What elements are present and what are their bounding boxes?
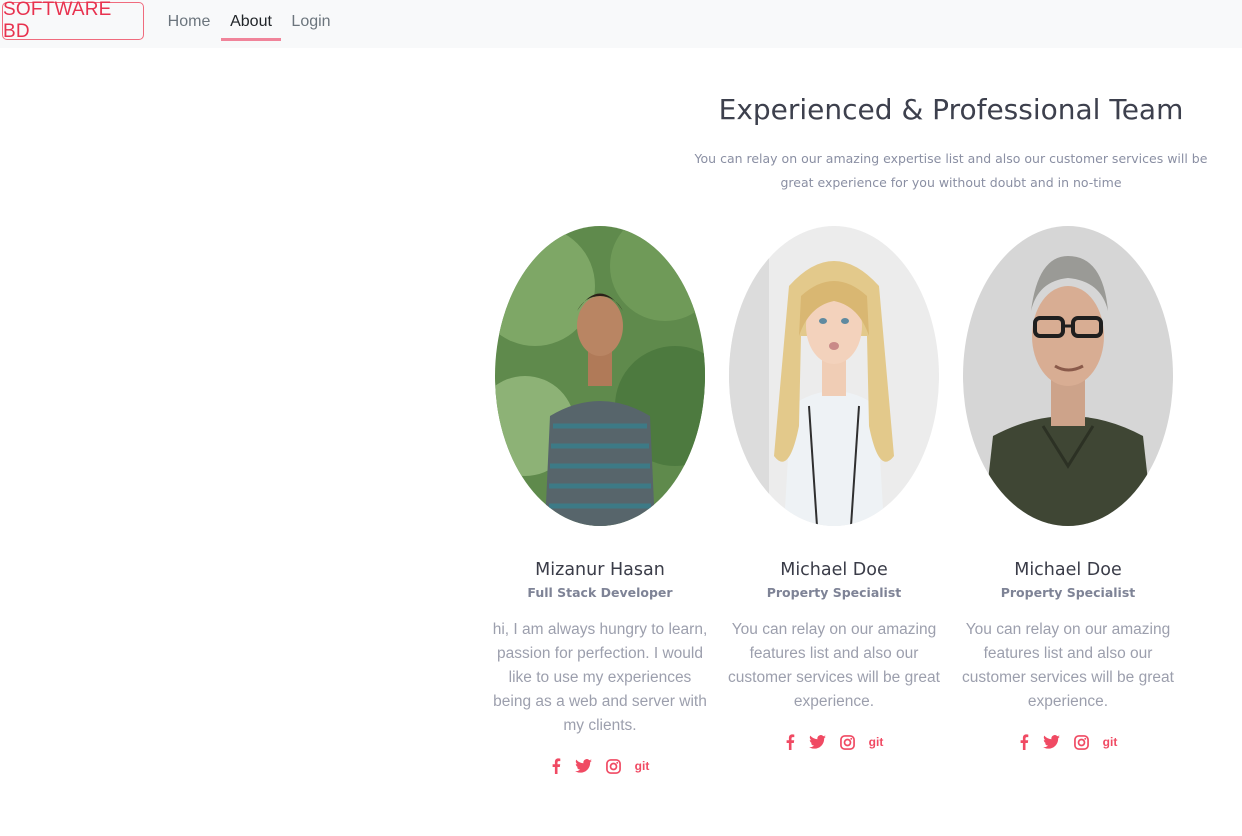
team-member-bio: hi, I am always hungry to learn, passion… [492,621,708,734]
twitter-icon[interactable] [1042,735,1060,749]
social-links: git [483,756,717,776]
team-member-bio: You can relay on our amazing features li… [962,621,1174,710]
brand-logo[interactable]: SOFTWARE BD [2,0,144,42]
team-member-role: Full Stack Developer [527,585,673,600]
team-member-role: Property Specialist [766,585,902,600]
nav-about-link[interactable]: About [221,10,281,41]
instagram-icon[interactable] [1073,734,1089,750]
team-member-photo [963,226,1173,526]
facebook-icon[interactable] [551,758,561,774]
instagram-icon[interactable] [839,734,855,750]
team-card: Michael Doe Property Specialist You can … [951,226,1185,752]
social-links: git [951,732,1185,752]
navbar: SOFTWARE BD Home About Login [0,0,1242,48]
team-member-name: Mizanur Hasan [535,560,665,580]
section-subtitle: You can relay on our amazing expertise l… [694,151,1208,190]
team-card: Mizanur Hasan Full Stack Developer hi, I… [483,226,717,776]
instagram-icon[interactable] [605,758,621,774]
team-member-name: Michael Doe [780,560,888,580]
facebook-icon[interactable] [1019,734,1029,750]
twitter-icon[interactable] [808,735,826,749]
nav-home-link[interactable]: Home [162,10,216,38]
team-member-photo [495,226,705,526]
nav-login-link[interactable]: Login [286,10,336,38]
team-member-photo [729,226,939,526]
section-title: Experienced & Professional Team [718,93,1184,126]
social-links: git [717,732,951,752]
git-icon[interactable]: git [869,735,884,749]
twitter-icon[interactable] [574,759,592,773]
git-icon[interactable]: git [1103,735,1118,749]
facebook-icon[interactable] [785,734,795,750]
team-card: Michael Doe Property Specialist You can … [717,226,951,752]
team-member-bio: You can relay on our amazing features li… [728,621,940,710]
team-member-role: Property Specialist [1000,585,1136,600]
git-icon[interactable]: git [635,759,650,773]
team-member-name: Michael Doe [1014,560,1122,580]
